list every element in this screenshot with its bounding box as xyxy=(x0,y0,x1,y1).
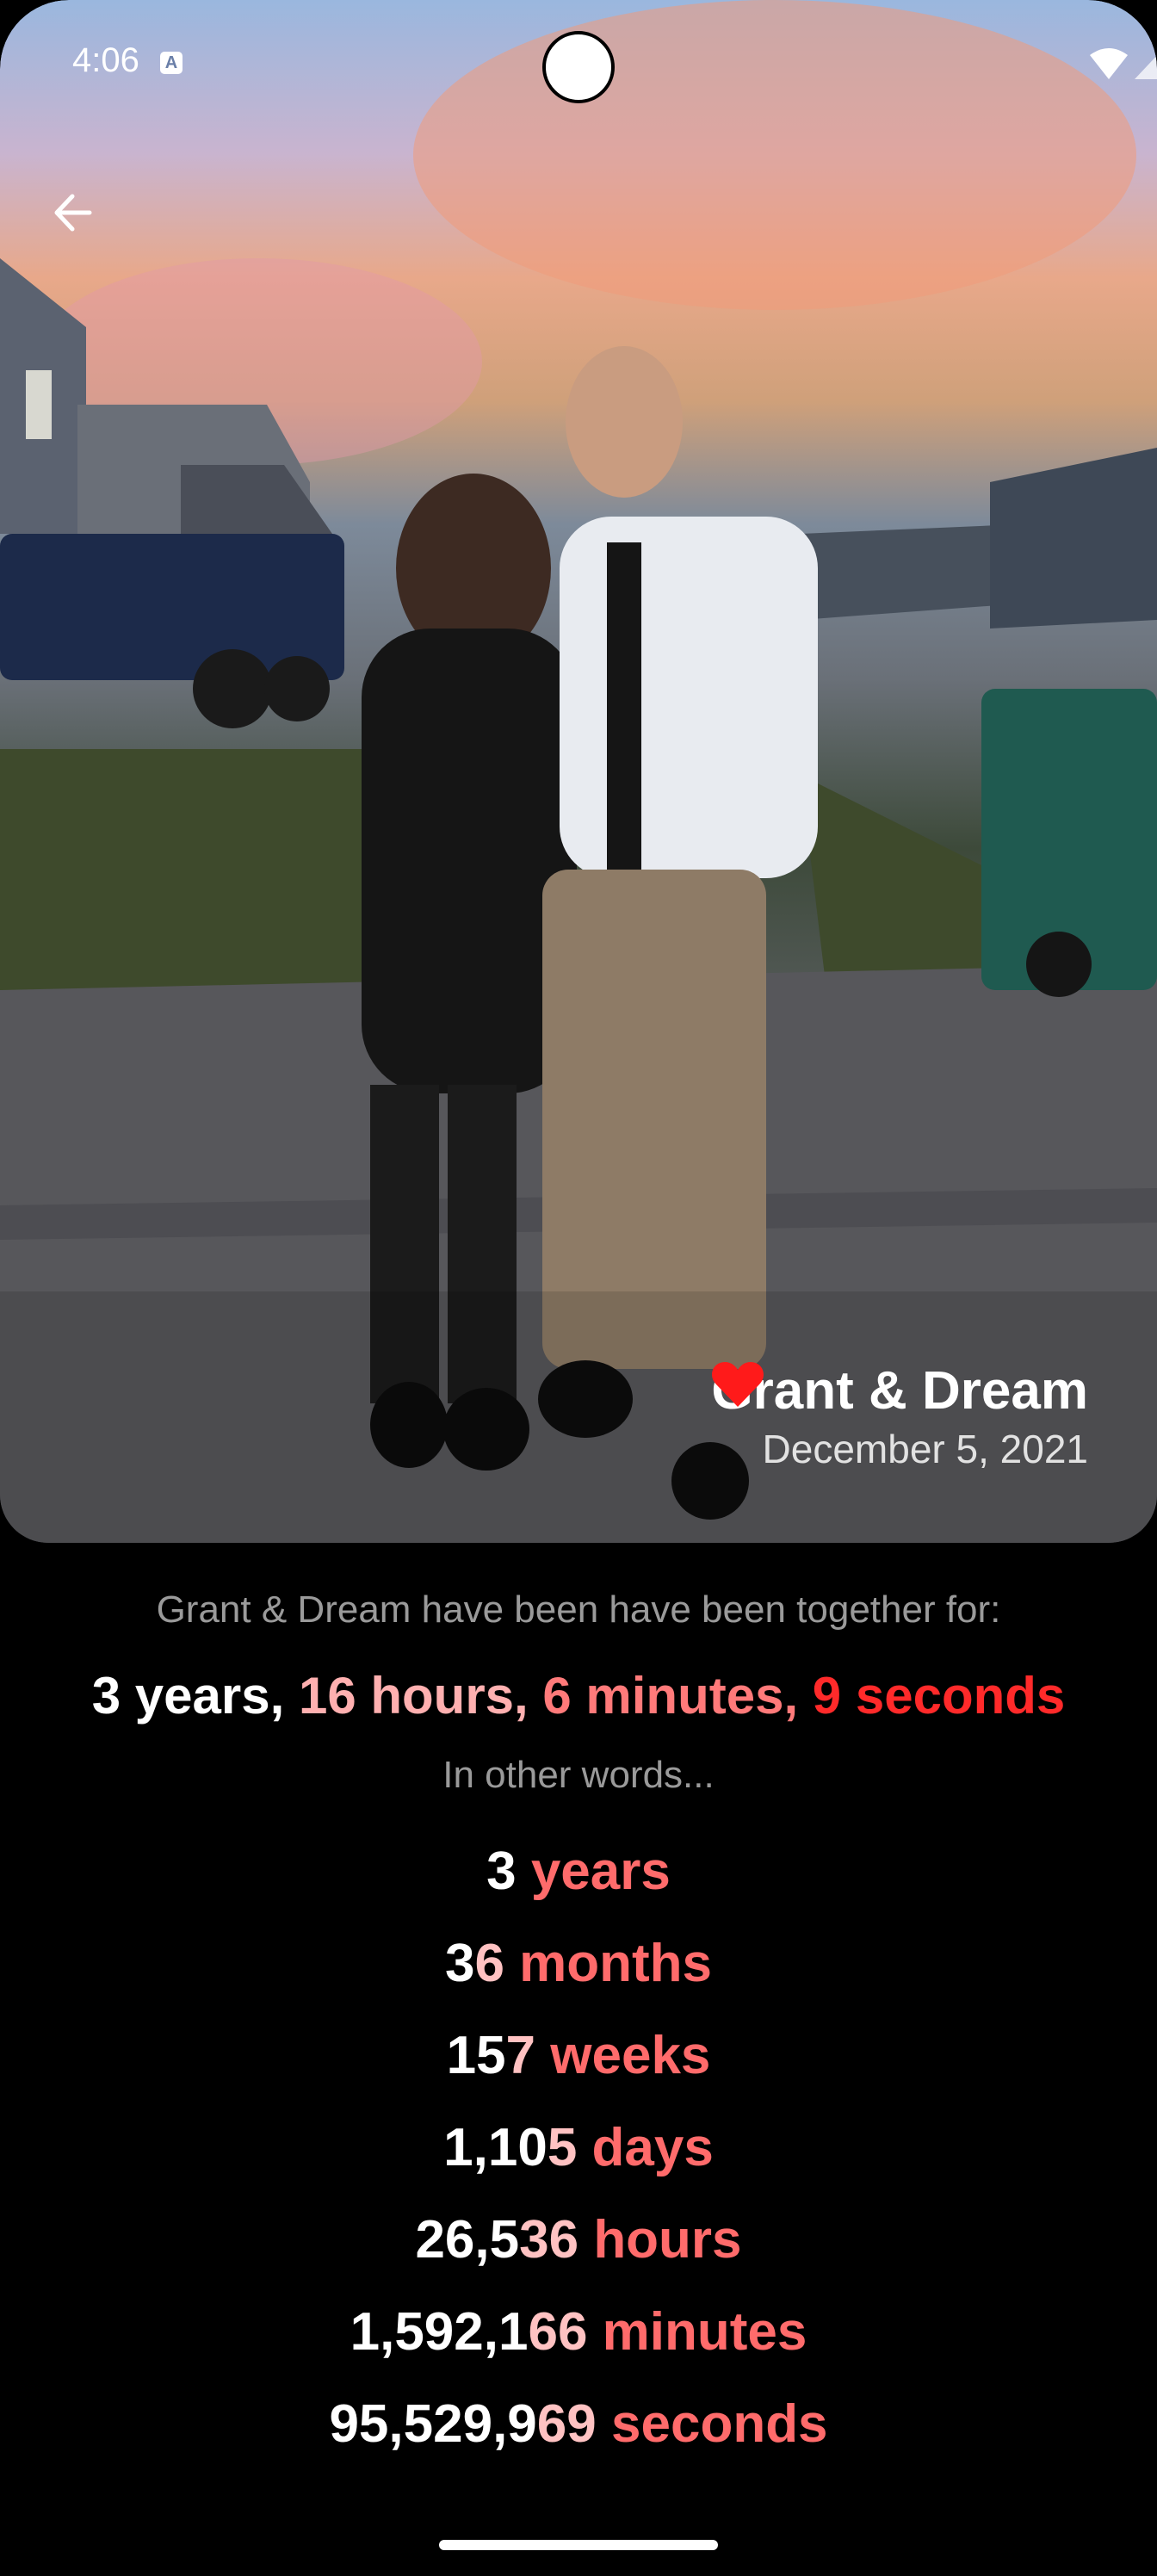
unit-label: weeks xyxy=(550,2026,711,2085)
status-bar: 4:06 A xyxy=(0,0,1157,129)
unit-row-seconds: 95,529,969 seconds xyxy=(0,2378,1157,2470)
unit-label: months xyxy=(519,1934,713,1993)
unit-value-tail: 66 xyxy=(528,2302,588,2362)
unit-row-months: 36 months xyxy=(0,1917,1157,2009)
status-time: 4:06 xyxy=(72,41,139,79)
couple-title: Grant & Dream xyxy=(711,1360,1088,1422)
unit-value-tail: 7 xyxy=(505,2026,536,2085)
home-indicator[interactable] xyxy=(439,2540,718,2550)
photo-scene xyxy=(0,0,1157,1543)
unit-row-years: 3 years xyxy=(0,1825,1157,1917)
unit-breakdown: 3 years 36 months 157 weeks 1,105 days 2… xyxy=(0,1825,1157,2470)
arrow-left-icon xyxy=(54,194,92,232)
unit-label: minutes xyxy=(602,2302,807,2362)
unit-value: 15 xyxy=(446,2026,506,2085)
duration-summary: 3 years, 16 hours, 6 minutes, 9 seconds xyxy=(0,1662,1157,1731)
unit-label: years xyxy=(530,1842,671,1901)
other-words-label: In other words... xyxy=(442,1754,715,1796)
couple-photo: 4:06 A Grant & Dream December 5, 2021 xyxy=(0,0,1157,1543)
summary-seconds: 9 seconds xyxy=(812,1667,1066,1725)
unit-value: 3 xyxy=(486,1842,517,1901)
anniversary-date: December 5, 2021 xyxy=(762,1427,1088,1471)
back-button[interactable] xyxy=(46,186,100,239)
a-text-icon: A xyxy=(160,52,183,74)
unit-label: hours xyxy=(593,2210,742,2269)
summary-minutes: 6 minutes, xyxy=(542,1667,813,1725)
couple-caption: Grant & Dream December 5, 2021 xyxy=(711,1360,1088,1472)
unit-label: days xyxy=(591,2118,714,2177)
unit-value-tail: 5 xyxy=(547,2118,578,2177)
unit-row-days: 1,105 days xyxy=(0,2102,1157,2194)
unit-row-weeks: 157 weeks xyxy=(0,2009,1157,2102)
unit-label: seconds xyxy=(611,2394,828,2454)
unit-value-tail: 69 xyxy=(536,2394,597,2454)
unit-row-minutes: 1,592,166 minutes xyxy=(0,2286,1157,2378)
unit-value: 1,10 xyxy=(443,2118,548,2177)
unit-value: 1,592,1 xyxy=(350,2302,529,2362)
unit-value: 26,5 xyxy=(415,2210,520,2269)
couple-name: Grant & Dream xyxy=(711,1361,1088,1421)
summary-hours: 16 hours, xyxy=(298,1667,543,1725)
together-duration: Grant & Dream have been have been togeth… xyxy=(0,1584,1157,2470)
unit-value: 3 xyxy=(444,1934,475,1993)
unit-value: 95,529,9 xyxy=(329,2394,537,2454)
signal-icon xyxy=(1135,55,1157,79)
camera-cutout xyxy=(542,31,615,103)
unit-row-hours: 26,536 hours xyxy=(0,2194,1157,2286)
unit-value-tail: 36 xyxy=(519,2210,579,2269)
unit-value-tail: 6 xyxy=(474,1934,504,1993)
app-screen: 4:06 A Grant & Dream December 5, 2021 Gr… xyxy=(0,0,1157,2576)
heart-icon xyxy=(712,1362,764,1407)
summary-years: 3 years, xyxy=(91,1667,299,1725)
wifi-icon xyxy=(1090,48,1128,79)
together-intro: Grant & Dream have been have been togeth… xyxy=(156,1588,1001,1631)
